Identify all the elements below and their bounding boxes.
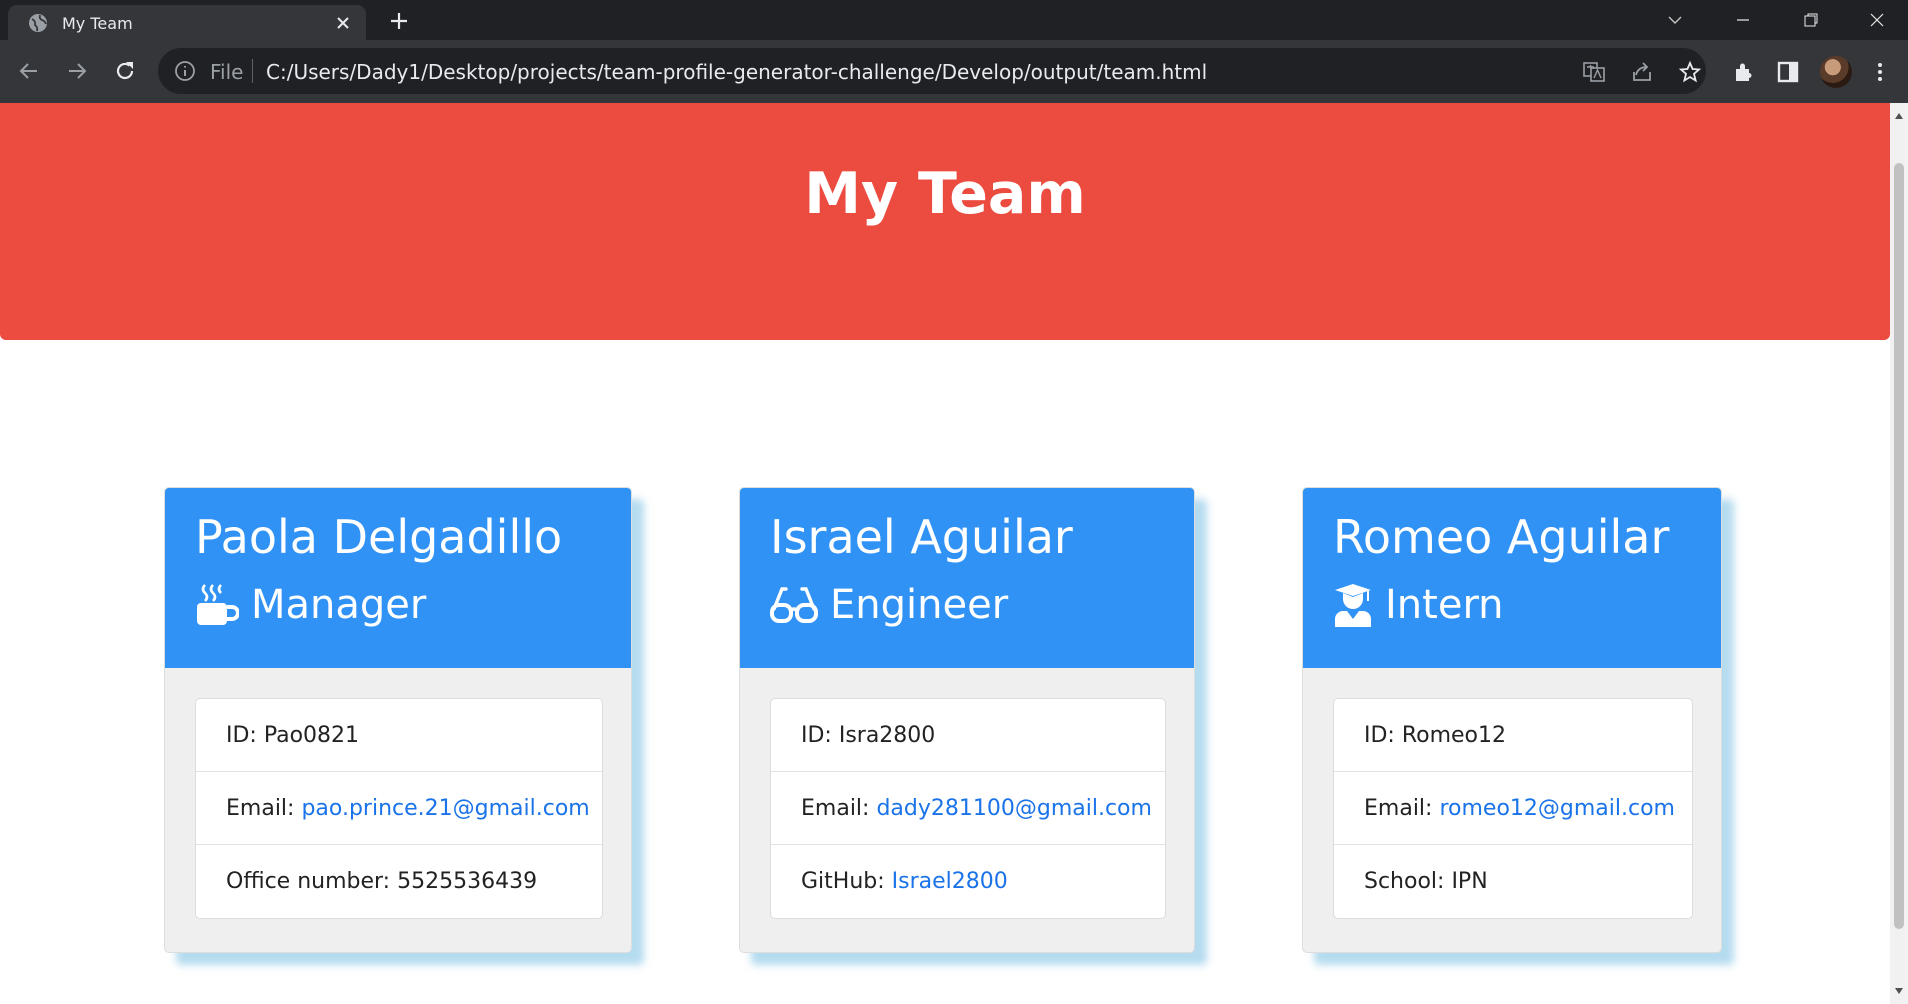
back-icon[interactable] — [14, 56, 44, 86]
employee-id: ID: Romeo12 — [1334, 699, 1692, 772]
share-icon[interactable] — [1630, 60, 1654, 84]
page-title: My Team — [804, 161, 1086, 227]
employee-id: ID: Isra2800 — [771, 699, 1165, 772]
card-header: Israel Aguilar Engineer — [740, 488, 1194, 668]
school: School: IPN — [1364, 869, 1488, 894]
minimize-icon[interactable] — [1710, 0, 1776, 40]
email-label: Email: — [226, 795, 295, 821]
extensions-icon[interactable] — [1730, 58, 1758, 86]
card-header: Paola Delgadillo Manager — [165, 488, 631, 668]
github-row: GitHub: Israel2800 — [771, 845, 1165, 918]
reload-icon[interactable] — [110, 56, 140, 86]
side-panel-icon[interactable] — [1774, 58, 1802, 86]
profile-avatar[interactable] — [1820, 56, 1852, 88]
address-bar[interactable]: File C:/Users/Dady1/Desktop/projects/tea… — [158, 48, 1706, 94]
email-link[interactable]: romeo12@gmail.com — [1439, 796, 1675, 821]
employee-card: Israel Aguilar Engineer ID: Isra2800 Ema… — [739, 487, 1195, 953]
email-label: Email: — [1364, 795, 1433, 821]
scheme-label: File — [210, 60, 244, 84]
employee-name: Romeo Aguilar — [1333, 510, 1670, 564]
header-banner: My Team — [0, 103, 1890, 340]
scroll-up-arrow-icon[interactable] — [1894, 111, 1904, 121]
employee-name: Israel Aguilar — [770, 510, 1073, 564]
role-label: Manager — [251, 582, 427, 628]
github-link[interactable]: Israel2800 — [892, 869, 1008, 894]
scroll-down-arrow-icon[interactable] — [1894, 986, 1904, 996]
close-tab-icon[interactable] — [334, 14, 352, 32]
employee-role: Manager — [195, 582, 426, 628]
restore-icon[interactable] — [1778, 0, 1844, 40]
mug-icon — [197, 584, 239, 625]
omnibox-divider — [252, 59, 253, 83]
scrollbar-thumb[interactable] — [1894, 163, 1904, 929]
new-tab-icon[interactable] — [388, 10, 410, 32]
close-window-icon[interactable] — [1846, 0, 1908, 40]
employee-email-row: Email: dady281100@gmail.com — [771, 772, 1165, 845]
office-number: Office number: 5525536439 — [226, 869, 538, 894]
info-list: ID: Romeo12 Email: romeo12@gmail.com Sch… — [1333, 698, 1693, 919]
forward-icon[interactable] — [62, 56, 92, 86]
email-link[interactable]: pao.prince.21@gmail.com — [301, 796, 589, 821]
employee-role: Intern — [1333, 582, 1504, 628]
employee-email-row: Email: romeo12@gmail.com — [1334, 772, 1692, 845]
tab-strip: My Team — [0, 0, 1908, 40]
bookmark-star-icon[interactable] — [1678, 60, 1702, 84]
browser-toolbar: File C:/Users/Dady1/Desktop/projects/tea… — [0, 40, 1908, 103]
employee-name: Paola Delgadillo — [195, 510, 563, 564]
email-label: Email: — [801, 795, 870, 821]
employee-role: Engineer — [770, 582, 1008, 628]
employee-id: ID: Pao0821 — [196, 699, 602, 772]
info-icon[interactable] — [174, 60, 196, 82]
translate-icon[interactable] — [1582, 60, 1606, 84]
info-list: ID: Pao0821 Email: pao.prince.21@gmail.c… — [195, 698, 603, 919]
role-label: Engineer — [830, 582, 1009, 628]
employee-card: Paola Delgadillo Manager ID: Pao0821 Ema… — [164, 487, 632, 953]
globe-icon — [29, 14, 47, 32]
info-list: ID: Isra2800 Email: dady281100@gmail.com… — [770, 698, 1166, 919]
url-text[interactable]: C:/Users/Dady1/Desktop/projects/team-pro… — [266, 60, 1207, 84]
card-header: Romeo Aguilar Intern — [1303, 488, 1721, 668]
role-label: Intern — [1385, 582, 1504, 628]
glasses-icon — [770, 587, 818, 623]
browser-tab[interactable]: My Team — [8, 5, 366, 40]
menu-kebab-icon[interactable] — [1866, 58, 1894, 86]
employee-card: Romeo Aguilar Intern ID: Romeo12 Email: … — [1302, 487, 1722, 953]
email-link[interactable]: dady281100@gmail.com — [876, 796, 1152, 821]
page-viewport: My Team Paola Delgadillo Manager ID: Pao… — [0, 103, 1890, 1004]
tab-search-icon[interactable] — [1642, 0, 1708, 40]
employee-email-row: Email: pao.prince.21@gmail.com — [196, 772, 602, 845]
github-label: GitHub: — [801, 869, 885, 894]
tab-title: My Team — [62, 14, 133, 33]
graduate-icon — [1335, 584, 1371, 627]
vertical-scrollbar[interactable] — [1890, 103, 1908, 1004]
